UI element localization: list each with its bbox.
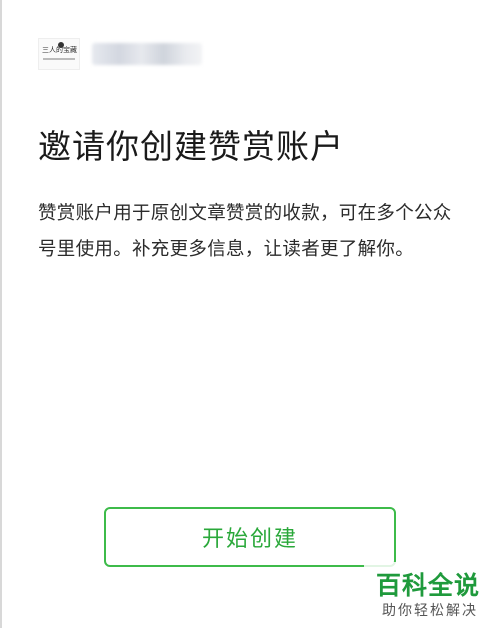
watermark: 百科全说 助你轻松解决: [364, 562, 500, 628]
avatar-subline: [43, 58, 75, 60]
avatar-text: 三人的宝藏: [42, 46, 77, 54]
account-header: 三人的宝藏: [38, 38, 202, 70]
watermark-sub: 助你轻松解决: [382, 603, 478, 619]
watermark-main: 百科全说: [376, 571, 481, 600]
page-title: 邀请你创建赞赏账户: [38, 127, 344, 166]
account-avatar: 三人的宝藏: [38, 38, 80, 70]
left-border: [0, 0, 2, 628]
page-description: 赞赏账户用于原创文章赞赏的收款，可在多个公众号里使用。补充更多信息，让读者更了解…: [38, 203, 452, 260]
start-create-button[interactable]: 开始创建: [104, 507, 396, 567]
account-name-blurred: [92, 43, 202, 65]
